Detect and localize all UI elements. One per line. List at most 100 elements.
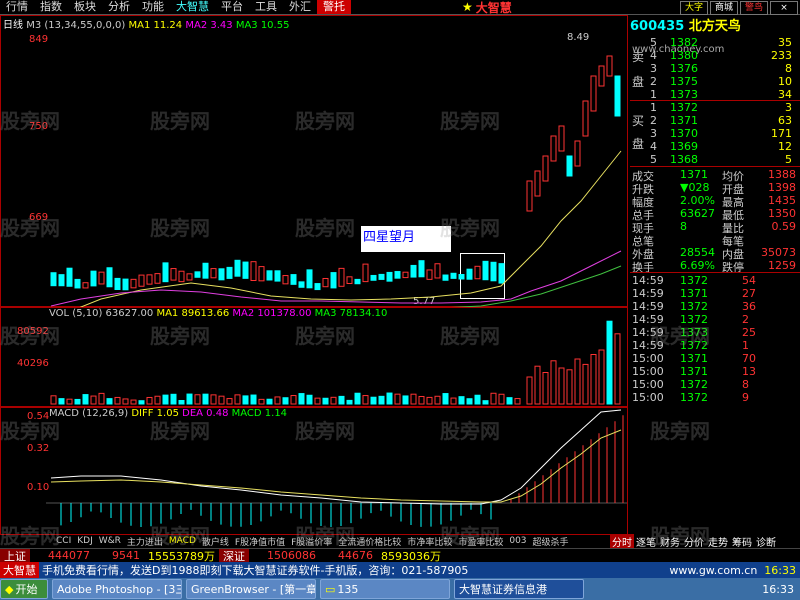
volume-bar xyxy=(526,376,533,405)
volume-bar xyxy=(186,393,193,405)
volume-bar xyxy=(210,394,217,405)
candle xyxy=(410,264,417,278)
volume-bar xyxy=(306,394,313,405)
candle xyxy=(290,274,297,285)
candle xyxy=(130,278,137,289)
alert-bird-button[interactable]: 警鸟 xyxy=(740,1,768,15)
price-chart-panel[interactable]: 日线 M3 (13,34,55,0,0,0) MA1 11.24 MA2 3.4… xyxy=(0,15,628,308)
candle xyxy=(354,278,361,285)
stock-name: 北方天鸟 xyxy=(688,19,741,34)
candle xyxy=(534,170,541,197)
tab-nav-value[interactable]: F股净值市值 xyxy=(232,535,288,548)
ticker-message[interactable]: 手机免费看行情，发送D到1988即刻下载大智慧证券软件-手机版，咨询：021-5… xyxy=(39,562,471,578)
candle xyxy=(614,75,621,117)
tab-trend[interactable]: 走势 xyxy=(706,534,730,549)
tab-macd[interactable]: MACD xyxy=(166,536,199,546)
volume-bar xyxy=(410,393,417,405)
task-label: Adobe Photoshop - [3三... xyxy=(57,583,181,596)
volume-bar xyxy=(474,394,481,405)
sz-change: 44676 xyxy=(338,549,373,562)
divider xyxy=(630,166,800,167)
tab-003[interactable]: 003 xyxy=(506,536,529,546)
menu-item-index[interactable]: 指数 xyxy=(34,0,68,14)
market-status-bar: 上证 444077 9541 15553789万 深证 1506086 4467… xyxy=(0,548,800,562)
macd-chart xyxy=(46,409,627,527)
volume-bar xyxy=(598,349,605,405)
stat-row: 幅度 2.00% 最高 1435 xyxy=(632,194,796,209)
menu-item-dzh[interactable]: 大智慧 xyxy=(170,0,215,14)
sh-label[interactable]: 上证 xyxy=(0,549,30,562)
menu-item-sector[interactable]: 板块 xyxy=(68,0,102,14)
volume-bar xyxy=(466,398,473,405)
task-greenbrowser[interactable]: GreenBrowser - [第一章... xyxy=(186,579,316,599)
volume-bar xyxy=(226,398,233,405)
tab-retail-line[interactable]: 散户线 xyxy=(199,535,232,548)
task-dzh[interactable]: 大智慧证券信息港 xyxy=(454,579,584,599)
volume-bar xyxy=(130,399,137,405)
candle xyxy=(162,262,169,283)
menu-item-function[interactable]: 功能 xyxy=(136,0,170,14)
menu-item-quotes[interactable]: 行情 xyxy=(0,0,34,14)
candle xyxy=(154,273,161,284)
menu-item-analysis[interactable]: 分析 xyxy=(102,0,136,14)
mall-button[interactable]: 商城 xyxy=(710,1,738,15)
divider xyxy=(630,272,800,273)
volume-bar xyxy=(114,396,121,405)
tab-chips[interactable]: 筹码 xyxy=(730,534,754,549)
tab-intraday[interactable]: 分时 xyxy=(610,533,634,549)
folder-icon: ▭ xyxy=(325,582,336,596)
tab-finance[interactable]: 财务 xyxy=(658,534,682,549)
volume-bar xyxy=(194,394,201,405)
volume-bar xyxy=(362,395,369,405)
macd-panel[interactable]: MACD (12,26,9) DIFF 1.05 DEA 0.48 MACD 1… xyxy=(0,407,628,535)
candlestick-chart xyxy=(50,55,622,308)
windows-taskbar: ◆开始 Adobe Photoshop - [3三... GreenBrowse… xyxy=(0,578,800,600)
tab-float-price[interactable]: 全流通价格比较 xyxy=(335,535,404,548)
tab-premium[interactable]: F股溢价率 xyxy=(288,535,335,548)
sz-label[interactable]: 深证 xyxy=(219,549,249,562)
candle xyxy=(66,267,73,287)
task-label: 135 xyxy=(337,582,359,596)
volume-bar xyxy=(490,392,497,405)
tab-diagnose[interactable]: 诊断 xyxy=(754,534,778,549)
sell-order-row: 2 1375 10 xyxy=(650,75,792,88)
tab-price[interactable]: 分价 xyxy=(682,534,706,549)
tab-pe[interactable]: 市盈率比较 xyxy=(455,535,506,548)
volume-bar xyxy=(218,395,225,405)
candle xyxy=(606,55,613,77)
task-photoshop[interactable]: Adobe Photoshop - [3三... xyxy=(52,579,182,599)
sh-index: 444077 xyxy=(48,549,90,562)
clock: 16:33 xyxy=(762,582,794,596)
tab-tick[interactable]: 逐笔 xyxy=(634,534,658,549)
tab-kdj[interactable]: KDJ xyxy=(74,536,96,546)
close-icon[interactable]: × xyxy=(770,1,798,15)
volume-bar xyxy=(542,372,549,405)
tab-killer[interactable]: 超级杀手 xyxy=(530,535,572,548)
ticker-site[interactable]: www.gw.com.cn xyxy=(666,564,760,577)
volume-panel[interactable]: VOL (5,10) 63627.00 MA1 89613.66 MA2 101… xyxy=(0,307,628,407)
tab-cci[interactable]: CCI xyxy=(0,536,74,546)
volume-bar xyxy=(202,393,209,405)
task-folder-135[interactable]: ▭ 135 xyxy=(320,579,450,599)
stat-row: 升跌 ▼028 开盘 1398 xyxy=(632,181,796,196)
volume-bar xyxy=(146,396,153,405)
big-font-button[interactable]: 大字 xyxy=(680,1,708,15)
tick-row: 15:00 1371 13 xyxy=(632,365,756,378)
tab-pb[interactable]: 市净率比较 xyxy=(404,535,455,548)
candle xyxy=(566,155,573,177)
brand-name: 大智慧 xyxy=(475,0,512,15)
menu-item-forex[interactable]: 外汇 xyxy=(283,0,317,14)
candle xyxy=(346,276,353,285)
buy-order-row: 4 1369 12 xyxy=(650,140,792,153)
tab-wr[interactable]: W&R xyxy=(96,536,124,546)
candle xyxy=(458,274,465,280)
start-button[interactable]: ◆ 开始 xyxy=(0,579,48,599)
volume-bar xyxy=(514,398,521,405)
menu-item-alert[interactable]: 警托 xyxy=(317,0,351,14)
candle xyxy=(394,271,401,279)
candle xyxy=(122,278,129,291)
menu-item-platform[interactable]: 平台 xyxy=(215,0,249,14)
menu-item-tools[interactable]: 工具 xyxy=(249,0,283,14)
candle xyxy=(542,155,549,182)
tab-main-flow[interactable]: 主力进出 xyxy=(124,535,166,548)
